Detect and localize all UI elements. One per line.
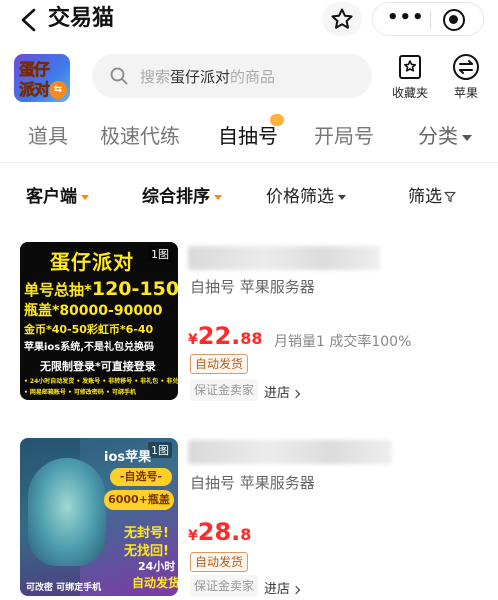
listing-stats: 月销量1 成交率100% (274, 334, 412, 350)
swap-icon (453, 54, 479, 80)
tabs-fade-overlay (380, 112, 410, 158)
image-count-badge: 1图 (148, 442, 172, 458)
chevron-right-icon (291, 389, 301, 398)
listing-image-title: 蛋仔派对 (50, 250, 134, 274)
listing-subtitle: 自抽号 苹果服务器 (190, 278, 315, 296)
game-logo[interactable]: 蛋仔 派对 ⇆ (14, 54, 70, 102)
category-dropdown[interactable]: 分类 (418, 120, 472, 149)
caret-down-icon (338, 194, 346, 200)
search-placeholder: 搜索蛋仔派对的商品 (140, 68, 276, 86)
listing-subtitle: 自抽号 苹果服务器 (190, 474, 315, 492)
favorites-button[interactable]: 收藏夹 (386, 52, 434, 104)
more-dots-icon[interactable]: ••• (387, 7, 425, 28)
favorite-button[interactable] (322, 2, 362, 36)
search-input[interactable]: 搜索蛋仔派对的商品 (92, 54, 372, 98)
listing-image-line: ios苹果 (104, 450, 152, 465)
auto-delivery-badge: 自动发货 (190, 354, 249, 374)
listing-image-line: • 网易邮箱账号 • 可修改密码 • 可绑手机 (24, 389, 136, 396)
caret-down-icon (81, 194, 89, 200)
image-count-badge: 1图 (148, 246, 172, 262)
advanced-filter[interactable]: 筛选 (408, 182, 456, 207)
listing-image-line: 苹果ios系统,不是礼包兑换码 (24, 342, 155, 353)
listing-image[interactable]: 1图 ios苹果 -自选号- 6000+瓶盖 无封号! 无找回! 24小时 自动… (20, 438, 178, 596)
tab-self-draw-account[interactable]: 自抽号 (218, 120, 278, 149)
price-filter[interactable]: 价格筛选 (266, 182, 346, 207)
game-logo-text-2: 派对 (19, 80, 51, 100)
listing-image[interactable]: 蛋仔派对 1图 单号总抽*120-150 瓶盖*80000-90000 金币*4… (20, 242, 178, 400)
tabs-divider (0, 162, 498, 163)
listing-image-line: 金币*40-50彩虹币*6-40 (24, 323, 154, 336)
funnel-icon (444, 191, 456, 203)
listing-image-line: • 24小时自动发货 • 发账号 • 非转移号 • 非礼包 • 非兑换码 (24, 378, 178, 385)
miniprogram-capsule: ••• (372, 2, 484, 36)
listing-image-line: 24小时 (138, 560, 176, 573)
switch-game-icon: ⇆ (49, 81, 67, 99)
target-icon[interactable] (443, 9, 465, 31)
tab-starter-account[interactable]: 开局号 (314, 120, 374, 149)
listing-image-line: 6000+瓶盖 (104, 490, 174, 510)
top-navigation-bar: 交易猫 ••• (0, 0, 498, 40)
client-filter[interactable]: 客户端 (26, 182, 89, 207)
enter-shop-link[interactable]: 进店 (264, 382, 301, 401)
platform-label: 苹果 (453, 86, 478, 100)
caret-down-icon (214, 194, 222, 200)
listing-image-line: 瓶盖*80000-90000 (24, 303, 163, 319)
listing-image-line: 无封号! (124, 526, 169, 541)
character-face (28, 458, 106, 566)
app-title: 交易猫 (48, 6, 115, 31)
enter-shop-link[interactable]: 进店 (264, 578, 301, 597)
listing-image-line: 单号总抽*120-150 (24, 278, 178, 300)
star-outline-icon (331, 8, 353, 29)
tab-indicator-dot (270, 114, 284, 126)
sort-filter[interactable]: 综合排序 (142, 182, 222, 207)
platform-switch-button[interactable]: 苹果 (442, 52, 490, 104)
auto-delivery-badge: 自动发货 (190, 552, 249, 572)
tab-fast-leveling[interactable]: 极速代练 (100, 120, 180, 149)
listing-image-line: 无限制登录*可直接登录 (40, 360, 156, 373)
chevron-left-icon[interactable] (14, 5, 44, 35)
listing-image-footer: 可改密 可绑定手机 (26, 583, 102, 593)
chevron-right-icon (291, 585, 301, 594)
listing-title-blurred[interactable] (188, 246, 380, 270)
favorites-label: 收藏夹 (391, 86, 428, 100)
listing-price: ¥22.88 (188, 322, 263, 350)
tab-items[interactable]: 道具 (28, 120, 68, 149)
listing-image-line: 自动发货 (132, 576, 178, 590)
listing-price: ¥28.8 (188, 518, 252, 546)
caret-down-icon (462, 134, 472, 141)
favorites-folder-icon (399, 55, 421, 79)
capsule-divider (430, 11, 431, 29)
listing-image-line: -自选号- (110, 468, 172, 486)
listing-image-line: 无找回! (124, 544, 169, 559)
deposit-seller-badge: 保证金卖家 (190, 575, 259, 597)
search-icon (110, 67, 128, 85)
listing-title-blurred[interactable] (188, 440, 392, 464)
deposit-seller-badge: 保证金卖家 (190, 379, 259, 401)
